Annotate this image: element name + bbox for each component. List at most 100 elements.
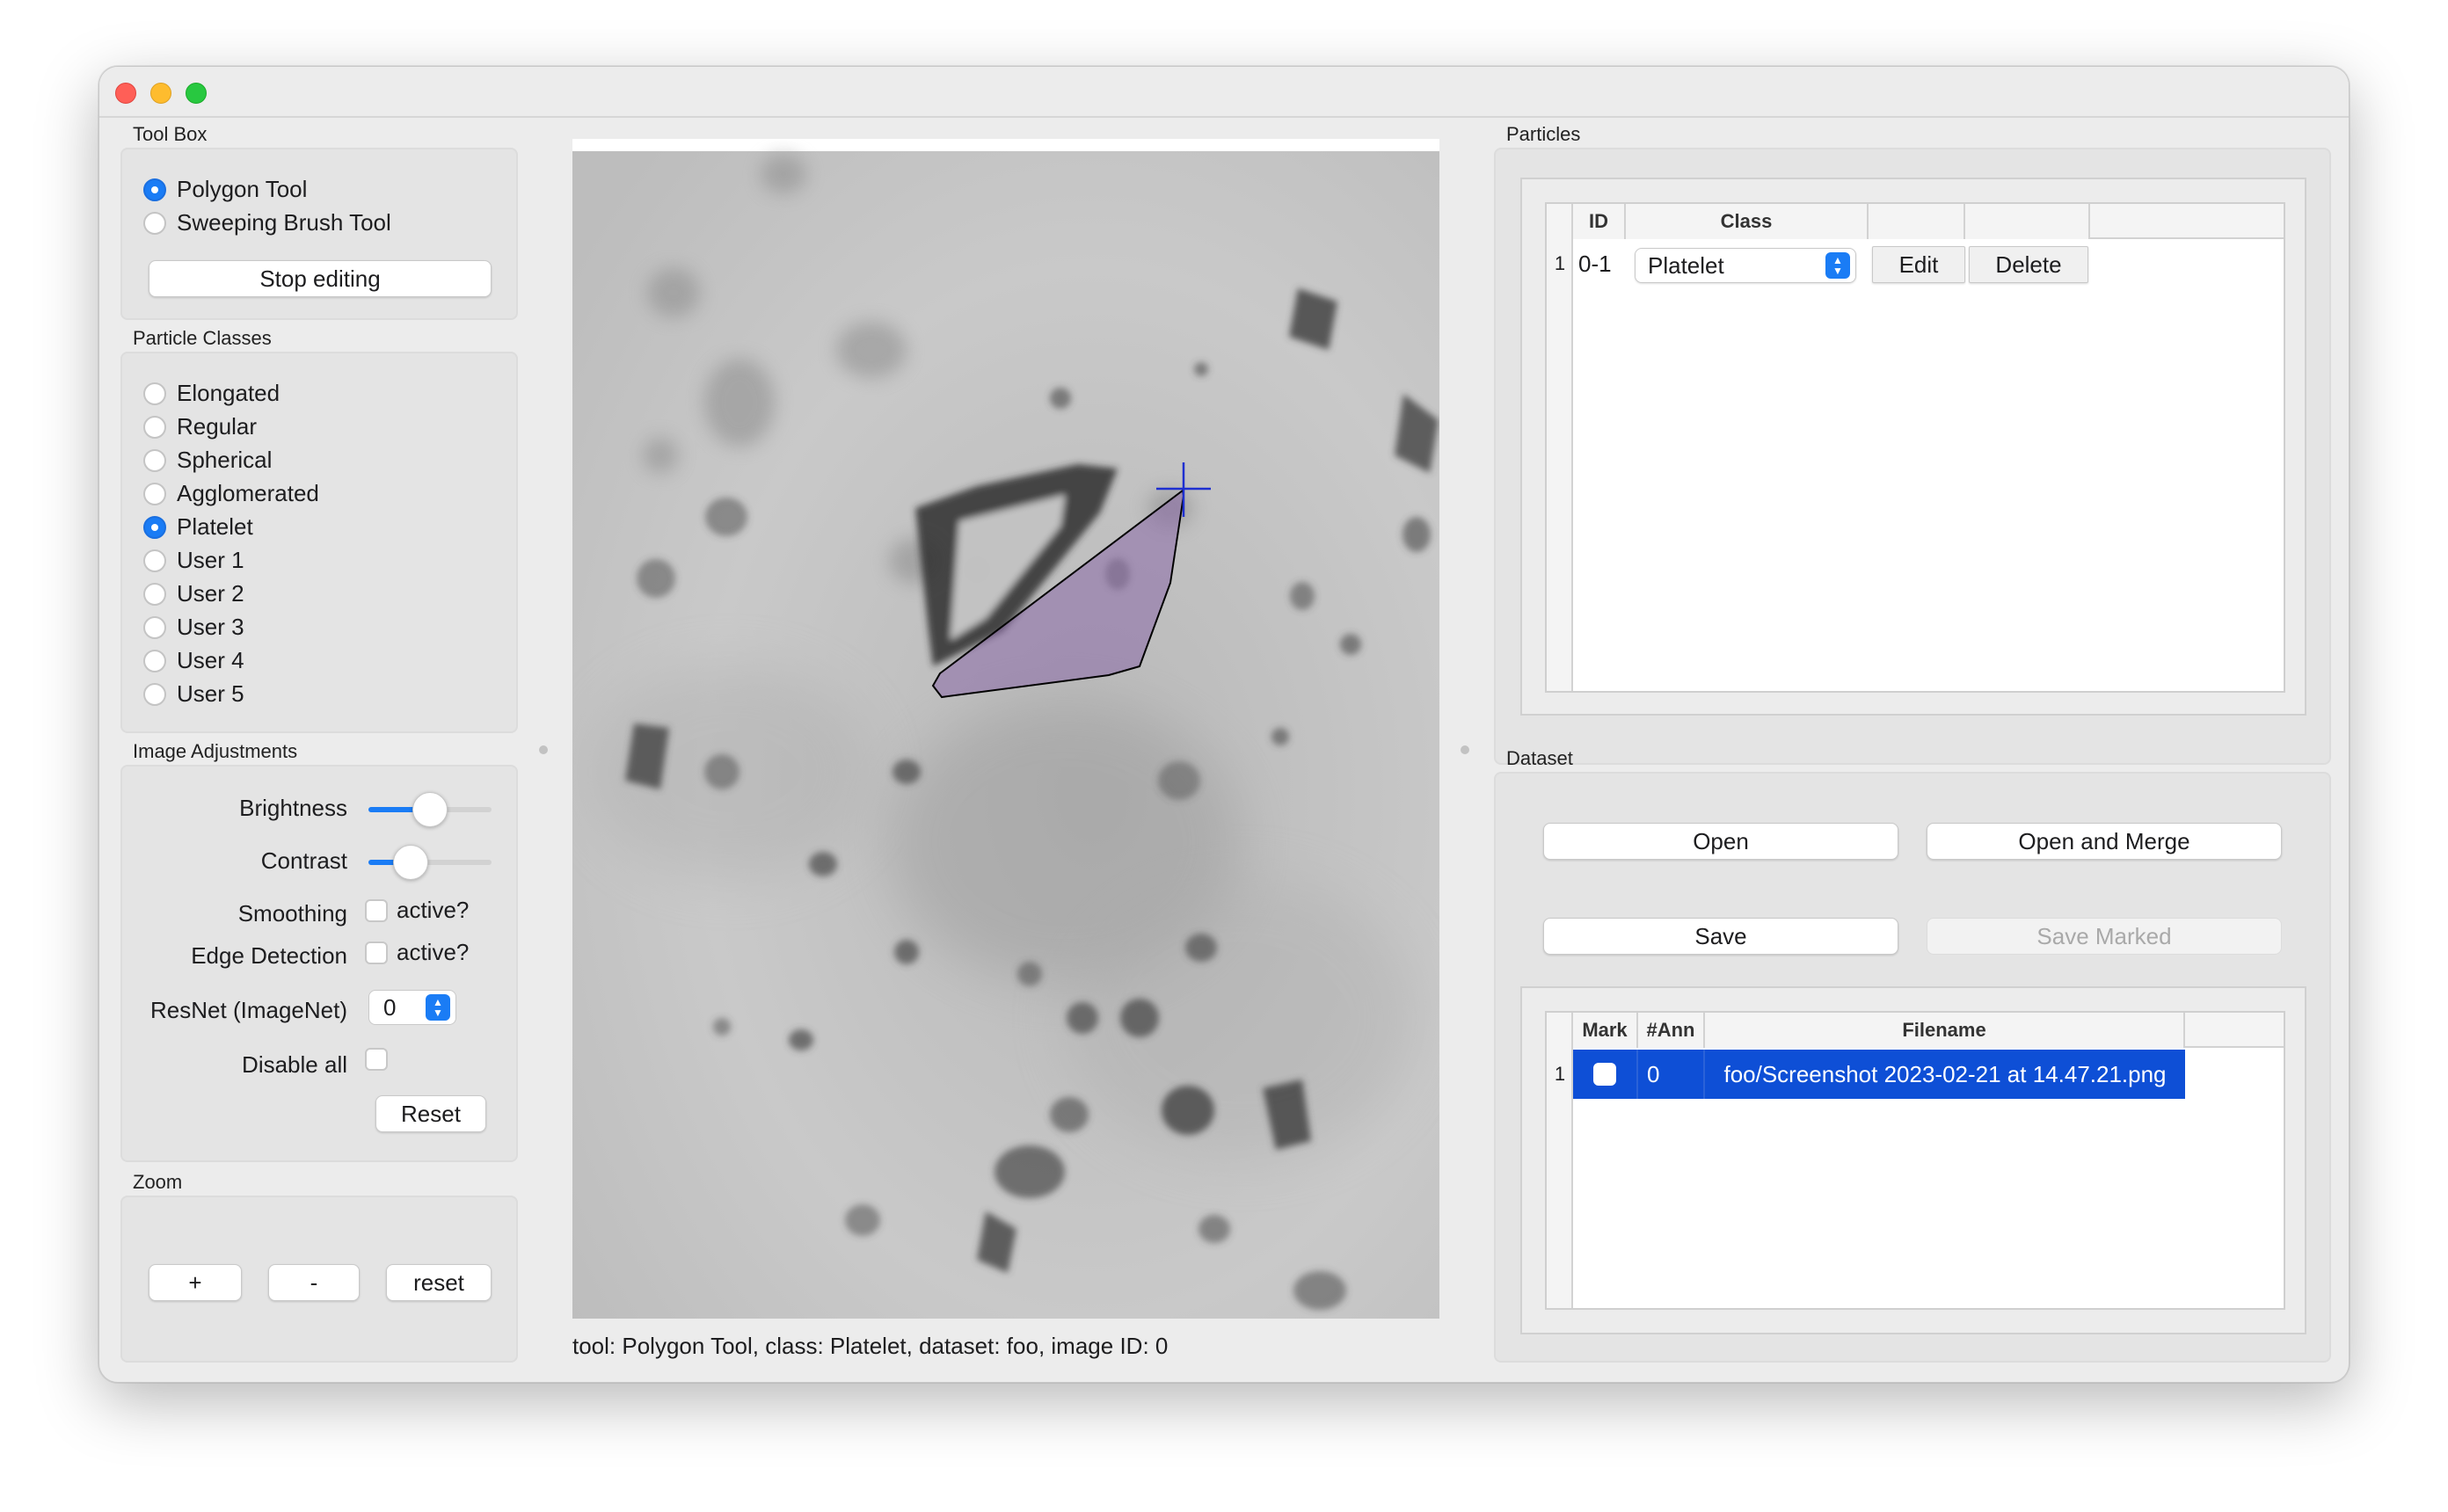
particle-class-label: Spherical — [177, 447, 273, 473]
particle-class-radio[interactable] — [143, 382, 166, 405]
particle-class-label: User 5 — [177, 680, 244, 707]
particle-class-radio[interactable] — [143, 415, 166, 439]
spin-arrows-icon[interactable]: ▲ ▼ — [426, 994, 450, 1021]
particle-class-radio[interactable] — [143, 515, 166, 539]
particle-class-option[interactable]: User 5 — [143, 680, 244, 708]
particle-class-option[interactable]: Regular — [143, 413, 257, 440]
particle-delete-button[interactable]: Delete — [1969, 246, 2088, 283]
close-window-button[interactable] — [115, 83, 136, 104]
disable-all-checkbox[interactable] — [365, 1048, 388, 1071]
brightness-slider-knob[interactable] — [412, 792, 448, 827]
particles-table[interactable]: ID Class 1 0-1 Platelet ▲ ▼ Edit Delete — [1545, 202, 2285, 693]
dataset-filename-cell[interactable]: foo/Screenshot 2023-02-21 at 14.47.21.pn… — [1705, 1050, 2185, 1099]
disable-all-label: Disable all — [242, 1051, 347, 1078]
radio-sweeping-brush-tool[interactable] — [143, 211, 166, 235]
dataset-mark-cell[interactable] — [1573, 1050, 1638, 1099]
zoom-group: + - reset — [120, 1196, 518, 1363]
particle-class-radio[interactable] — [143, 549, 166, 572]
toolbox-title: Tool Box — [133, 123, 208, 145]
particle-class-combobox[interactable]: Platelet ▲ ▼ — [1635, 248, 1856, 283]
particles-header-id[interactable]: ID — [1573, 204, 1626, 239]
tool-sweeping-brush-label: Sweeping Brush Tool — [177, 209, 391, 236]
particles-group: ID Class 1 0-1 Platelet ▲ ▼ Edit Delete — [1494, 148, 2331, 765]
tool-polygon[interactable]: Polygon Tool — [143, 176, 307, 203]
particle-class-value: Platelet — [1648, 251, 1724, 279]
dataset-header-ann[interactable]: #Ann — [1638, 1013, 1705, 1048]
resnet-spinbox[interactable]: 0 ▲ ▼ — [368, 990, 456, 1025]
particle-id-cell: 0-1 — [1578, 250, 1612, 277]
combobox-arrows-icon[interactable]: ▲ ▼ — [1825, 252, 1850, 279]
particle-class-option[interactable]: Elongated — [143, 380, 280, 407]
brightness-slider[interactable] — [368, 792, 492, 827]
contrast-slider-knob[interactable] — [393, 845, 428, 880]
particle-class-radio[interactable] — [143, 615, 166, 639]
particle-class-label: User 1 — [177, 547, 244, 573]
zoom-in-button[interactable]: + — [149, 1264, 242, 1301]
smoothing-checkbox-row[interactable]: active? — [365, 897, 469, 924]
particle-class-option[interactable]: User 1 — [143, 547, 244, 574]
edge-detection-checkbox-label: active? — [397, 939, 470, 965]
disable-all-checkbox-row[interactable] — [365, 1048, 388, 1071]
particle-class-option[interactable]: User 3 — [143, 614, 244, 641]
particles-header-delete[interactable] — [1965, 204, 2090, 239]
resnet-value: 0 — [383, 993, 397, 1021]
particle-class-option[interactable]: User 2 — [143, 580, 244, 607]
particle-class-option[interactable]: User 4 — [143, 647, 244, 674]
left-splitter-handle[interactable] — [539, 745, 548, 754]
particles-header-edit[interactable] — [1869, 204, 1965, 239]
microscopy-image[interactable] — [572, 139, 1439, 1319]
particle-classes-group: Elongated Regular Spherical Agglomerated Pla… — [120, 352, 518, 733]
save-button[interactable]: Save — [1543, 918, 1898, 955]
status-bar-text: tool: Polygon Tool, class: Platelet, dat… — [572, 1333, 1169, 1359]
particles-header-class[interactable]: Class — [1626, 204, 1869, 239]
toolbox-group: Polygon Tool Sweeping Brush Tool Stop ed… — [120, 148, 518, 320]
tool-polygon-label: Polygon Tool — [177, 176, 308, 202]
particle-class-label: Platelet — [177, 513, 253, 540]
zoom-title: Zoom — [133, 1171, 183, 1193]
radio-polygon-tool[interactable] — [143, 178, 166, 201]
particle-class-radio[interactable] — [143, 482, 166, 505]
particle-class-label: User 2 — [177, 580, 244, 607]
edge-detection-label: Edge Detection — [191, 942, 347, 969]
app-window: Tool Box Polygon Tool Sweeping Brush Too… — [98, 66, 2350, 1383]
edge-detection-checkbox-row[interactable]: active? — [365, 939, 469, 966]
image-canvas[interactable] — [572, 139, 1439, 1319]
particle-class-radio[interactable] — [143, 582, 166, 606]
particle-class-option[interactable]: Platelet — [143, 513, 253, 541]
zoom-reset-button[interactable]: reset — [386, 1264, 492, 1301]
particles-title: Particles — [1506, 123, 1581, 145]
zoom-out-button[interactable]: - — [268, 1264, 360, 1301]
particle-edit-button[interactable]: Edit — [1872, 246, 1965, 283]
dataset-row-number: 1 — [1554, 1063, 1566, 1085]
particle-class-label: Regular — [177, 413, 258, 440]
dataset-ann-cell: 0 — [1638, 1050, 1705, 1099]
particle-class-label: User 3 — [177, 614, 244, 640]
open-and-merge-button[interactable]: Open and Merge — [1927, 823, 2282, 860]
brightness-label: Brightness — [239, 795, 347, 821]
smoothing-checkbox[interactable] — [365, 898, 388, 922]
dataset-header-filename[interactable]: Filename — [1705, 1013, 2185, 1048]
resnet-label: ResNet (ImageNet) — [150, 997, 347, 1023]
particles-row-number: 1 — [1554, 252, 1566, 274]
dataset-table-container: Mark #Ann Filename 1 0 foo/Screenshot 20… — [1520, 986, 2306, 1334]
dataset-mark-checkbox[interactable] — [1593, 1063, 1616, 1086]
right-splitter-handle[interactable] — [1461, 745, 1469, 754]
minimize-window-button[interactable] — [150, 83, 171, 104]
particle-class-option[interactable]: Spherical — [143, 447, 272, 474]
particle-class-option[interactable]: Agglomerated — [143, 480, 319, 507]
adjustments-reset-button[interactable]: Reset — [375, 1095, 486, 1132]
particle-class-radio[interactable] — [143, 682, 166, 706]
open-button[interactable]: Open — [1543, 823, 1898, 860]
maximize-window-button[interactable] — [186, 83, 207, 104]
dataset-header-mark[interactable]: Mark — [1573, 1013, 1638, 1048]
particle-classes-title: Particle Classes — [133, 327, 272, 349]
dataset-table[interactable]: Mark #Ann Filename 1 0 foo/Screenshot 20… — [1545, 1011, 2285, 1310]
save-marked-button[interactable]: Save Marked — [1927, 918, 2282, 955]
particle-class-radio[interactable] — [143, 649, 166, 672]
tool-sweeping-brush[interactable]: Sweeping Brush Tool — [143, 209, 391, 236]
edge-detection-checkbox[interactable] — [365, 941, 388, 964]
stop-editing-button[interactable]: Stop editing — [149, 260, 492, 297]
particle-class-label: User 4 — [177, 647, 244, 673]
contrast-slider[interactable] — [368, 845, 492, 880]
particle-class-radio[interactable] — [143, 448, 166, 472]
